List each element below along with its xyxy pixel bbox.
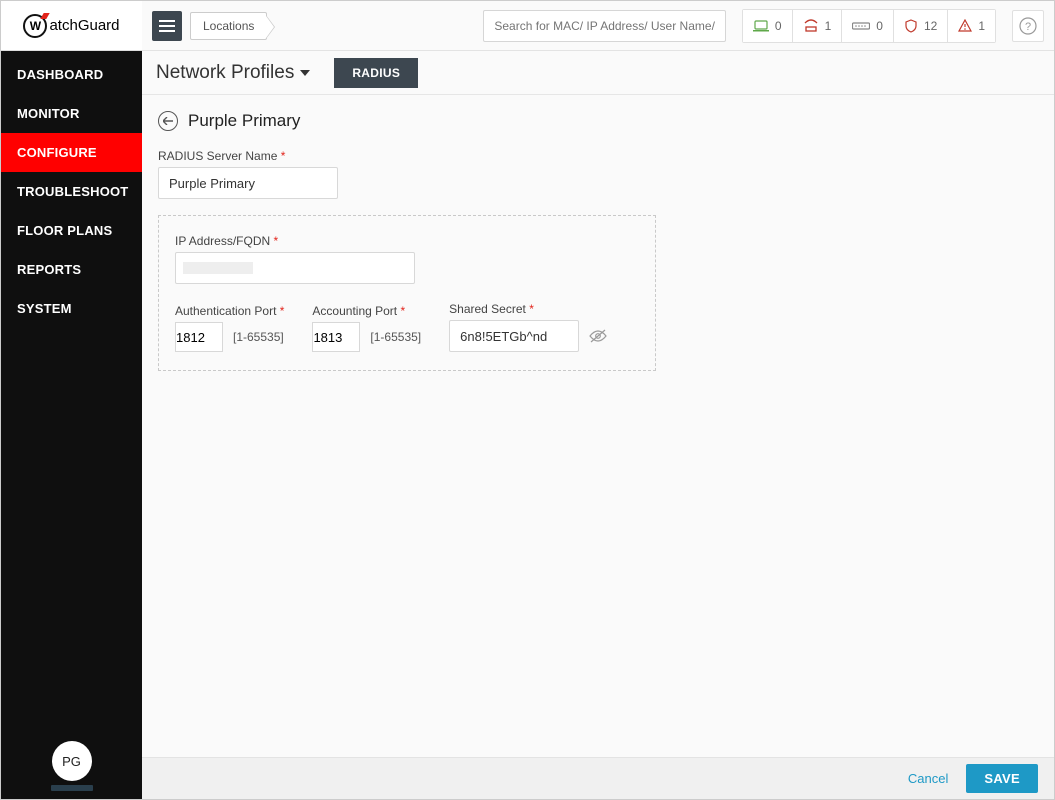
svg-text:?: ? — [1025, 21, 1031, 33]
field-shared-secret: Shared Secret * — [449, 302, 607, 352]
search-input[interactable] — [483, 10, 726, 42]
acct-port-hint: [1-65535] — [370, 330, 421, 344]
field-ip: IP Address/FQDN * — [175, 234, 639, 284]
shield-icon — [904, 19, 918, 33]
arrow-left-icon — [163, 117, 173, 125]
secret-input[interactable] — [449, 320, 579, 352]
page-title-row: Purple Primary — [158, 111, 1038, 131]
ip-redacted-overlay — [183, 262, 253, 274]
section-title-label: Network Profiles — [156, 62, 294, 84]
secret-label: Shared Secret * — [449, 302, 607, 316]
help-button[interactable]: ? — [1012, 10, 1044, 42]
ip-label: IP Address/FQDN * — [175, 234, 639, 248]
stat-devices[interactable]: 0 — [743, 10, 793, 42]
sidebar-item-monitor[interactable]: MONITOR — [1, 94, 142, 133]
hamburger-icon — [159, 20, 175, 32]
ports-row: Authentication Port * [1-65535] Accounti… — [175, 302, 639, 352]
acct-port-input[interactable] — [312, 322, 360, 352]
topbar: Locations 0 1 0 12 — [142, 1, 1054, 51]
switch-icon — [852, 21, 870, 31]
alert-triangle-icon — [958, 19, 972, 32]
sidebar-item-floorplans[interactable]: FLOOR PLANS — [1, 211, 142, 250]
eye-off-icon — [589, 329, 607, 343]
ap-icon — [803, 19, 819, 33]
field-radius-name: RADIUS Server Name * — [158, 149, 1038, 199]
radius-name-input[interactable] — [158, 167, 338, 199]
avatar-underline — [51, 785, 93, 791]
chevron-down-icon — [300, 70, 310, 76]
laptop-icon — [753, 20, 769, 32]
footer: Cancel SAVE — [142, 757, 1054, 799]
avatar[interactable]: PG — [52, 741, 92, 781]
stat-security[interactable]: 12 — [894, 10, 948, 42]
radius-name-label: RADIUS Server Name * — [158, 149, 1038, 163]
save-button[interactable]: SAVE — [966, 764, 1038, 793]
sidebar-item-system[interactable]: SYSTEM — [1, 289, 142, 328]
stat-group: 0 1 0 12 1 — [742, 9, 996, 43]
auth-port-hint: [1-65535] — [233, 330, 284, 344]
server-fieldset: IP Address/FQDN * Authentication Port * … — [158, 215, 656, 371]
stat-switches-value: 0 — [876, 19, 883, 33]
hamburger-menu-button[interactable] — [152, 11, 182, 41]
help-icon: ? — [1019, 17, 1037, 35]
sidebar: WatchGuard DASHBOARD MONITOR CONFIGURE T… — [1, 1, 142, 799]
auth-port-label: Authentication Port * — [175, 304, 284, 318]
app-root: WatchGuard DASHBOARD MONITOR CONFIGURE T… — [0, 0, 1055, 800]
auth-port-input[interactable] — [175, 322, 223, 352]
logo-text: WatchGuard — [23, 14, 119, 38]
back-button[interactable] — [158, 111, 178, 131]
stat-devices-value: 0 — [775, 19, 782, 33]
main: Locations 0 1 0 12 — [142, 1, 1054, 799]
cancel-button[interactable]: Cancel — [908, 771, 948, 786]
sidebar-item-reports[interactable]: REPORTS — [1, 250, 142, 289]
content: Purple Primary RADIUS Server Name * IP A… — [142, 95, 1054, 757]
stat-aps[interactable]: 1 — [793, 10, 843, 42]
breadcrumb-label: Locations — [203, 19, 254, 33]
stat-security-value: 12 — [924, 19, 937, 33]
field-auth-port: Authentication Port * [1-65535] — [175, 304, 284, 352]
field-acct-port: Accounting Port * [1-65535] — [312, 304, 421, 352]
tab-radius[interactable]: RADIUS — [334, 58, 418, 88]
page-title: Purple Primary — [188, 111, 300, 131]
subheader: Network Profiles RADIUS — [142, 51, 1054, 95]
section-dropdown-network-profiles[interactable]: Network Profiles — [156, 62, 310, 84]
stat-alerts-value: 1 — [978, 19, 985, 33]
sidebar-item-configure[interactable]: CONFIGURE — [1, 133, 142, 172]
sidebar-item-dashboard[interactable]: DASHBOARD — [1, 55, 142, 94]
sidebar-nav: DASHBOARD MONITOR CONFIGURE TROUBLESHOOT… — [1, 51, 142, 328]
stat-aps-value: 1 — [825, 19, 832, 33]
sidebar-item-troubleshoot[interactable]: TROUBLESHOOT — [1, 172, 142, 211]
acct-port-label: Accounting Port * — [312, 304, 421, 318]
logo-mark-icon: W — [23, 14, 47, 38]
logo[interactable]: WatchGuard — [1, 1, 142, 51]
breadcrumb-locations[interactable]: Locations — [190, 12, 267, 40]
toggle-secret-visibility-button[interactable] — [589, 329, 607, 343]
stat-alerts[interactable]: 1 — [948, 10, 995, 42]
stat-switches[interactable]: 0 — [842, 10, 894, 42]
